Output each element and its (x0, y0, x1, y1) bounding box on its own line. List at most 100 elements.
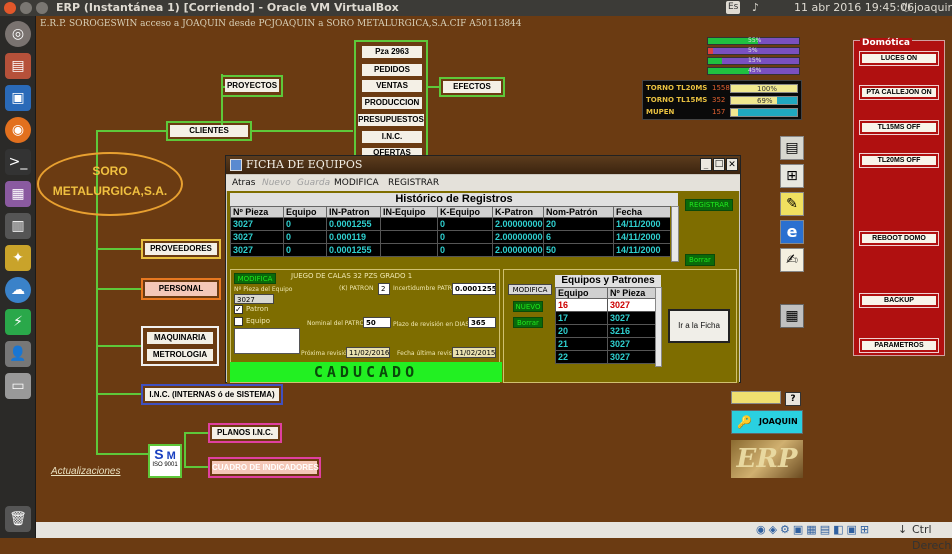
internet-explorer-icon[interactable]: e (780, 220, 804, 244)
dialog-minimize-button[interactable]: _ (700, 158, 712, 171)
historico-scrollbar[interactable] (671, 206, 679, 262)
menu-registrar[interactable]: REGISTRAR (388, 175, 439, 191)
nuevo-button[interactable]: NUEVO (513, 301, 543, 312)
maquinaria-node[interactable]: MAQUINARIA (147, 332, 213, 344)
ventas-node[interactable]: VENTAS (362, 80, 422, 92)
fecha-input[interactable]: 11/02/2015 (452, 347, 496, 358)
equipos-scrollbar[interactable] (655, 287, 662, 367)
edit-document-icon[interactable]: ✍ (780, 248, 804, 272)
patron-checkbox[interactable]: ✓ (234, 305, 243, 314)
close-icon[interactable] (4, 2, 16, 14)
produccion-node[interactable]: PRODUCCION (362, 97, 422, 109)
software-icon[interactable]: ✦ (5, 245, 31, 271)
equipos-row[interactable]: 16 3027 (555, 298, 655, 312)
cuadro-indicadores-node[interactable]: CUADRO DE INDICADORES (208, 457, 321, 478)
domotica-button[interactable]: PTA CALLEJON ON (859, 85, 939, 100)
equipos-column-header[interactable]: Equipo (555, 287, 608, 299)
presupuestos-node[interactable]: PRESUPUESTOS (358, 114, 424, 126)
printer-icon[interactable]: ▤ (780, 136, 804, 160)
domotica-button[interactable]: REBOOT DOMO (859, 231, 939, 246)
equipo-checkbox[interactable] (234, 317, 243, 326)
dialog-close-button[interactable]: ✕ (726, 158, 738, 171)
menu-nuevo[interactable]: Nuevo (262, 175, 291, 191)
users-icon[interactable]: 👤 (5, 341, 31, 367)
modifica-side-button[interactable]: MODIFICA (508, 284, 552, 295)
domotica-button[interactable]: TL15MS OFF (859, 120, 939, 135)
network-icon[interactable]: ☁ (5, 277, 31, 303)
ir-ficha-button[interactable]: Ir a la Ficha (668, 309, 730, 343)
datetime[interactable]: 11 abr 2016 19:45:06 (794, 0, 914, 16)
user-button[interactable]: 🔑 JOAQUIN (731, 410, 803, 434)
historico-column-header[interactable]: K-Equipo (437, 206, 493, 218)
clientes-node[interactable]: CLIENTES (166, 121, 252, 141)
pedidos-node[interactable]: PEDIDOS (362, 64, 422, 76)
power-tool-icon[interactable]: ⚡ (5, 309, 31, 335)
power-icon[interactable]: ⏻ (902, 0, 911, 16)
user-field[interactable] (731, 391, 781, 404)
help-button[interactable]: ? (785, 392, 801, 406)
equipos-row[interactable]: 21 3027 (555, 337, 655, 351)
domotica-button[interactable]: TL20MS OFF (859, 153, 939, 168)
historico-column-header[interactable]: IN-Patron (326, 206, 381, 218)
actualizaciones-link[interactable]: Actualizaciones (51, 466, 120, 477)
historico-column-header[interactable]: K-Patron (492, 206, 544, 218)
notes-textarea[interactable] (234, 328, 300, 354)
historico-column-header[interactable]: Nº Pieza (230, 206, 284, 218)
virtualbox-icon[interactable]: ▣ (5, 85, 31, 111)
dialog-maximize-button[interactable]: □ (713, 158, 725, 171)
pza-node[interactable]: Pza 2963 (362, 46, 422, 58)
personal-node[interactable]: PERSONAL (141, 278, 221, 300)
historico-row[interactable]: 3027 0 0.000119 0 2.000000000 6 14/11/2000 (230, 230, 670, 244)
borrar-historico-button[interactable]: Borrar (685, 254, 715, 266)
plazo-input[interactable]: 365 (468, 317, 496, 328)
iso-logo[interactable]: SM ISO 9001 (148, 444, 182, 478)
modifica-form-button[interactable]: MODIFICA (234, 273, 276, 284)
inc-internas-node[interactable]: I.N.C. (INTERNAS ó de SISTEMA) (141, 384, 283, 405)
menu-modifica[interactable]: MODIFICA (334, 175, 379, 191)
calculator-app-icon[interactable]: ▦ (780, 304, 804, 328)
firefox-icon[interactable]: ◉ (5, 117, 31, 143)
planos-inc-node[interactable]: PLANOS I.N.C. (208, 423, 282, 443)
historico-column-header[interactable]: IN-Equipo (380, 206, 438, 218)
notes-icon[interactable]: ✎ (780, 192, 804, 216)
proxima-input[interactable]: 11/02/2016 (346, 347, 390, 358)
drive-icon[interactable]: ▭ (5, 373, 31, 399)
domotica-button[interactable]: BACKUP (859, 293, 939, 308)
nominal-input[interactable]: 50 (363, 317, 391, 328)
system-settings-icon[interactable]: ▦ (5, 181, 31, 207)
kpatron-input[interactable]: 2 (378, 283, 390, 295)
volume-icon[interactable]: ♪ (752, 0, 759, 16)
domotica-button[interactable]: LUCES ON (859, 51, 939, 66)
menu-guarda[interactable]: Guarda (297, 175, 330, 191)
proyectos-node[interactable]: PROYECTOS (221, 75, 283, 97)
historico-row[interactable]: 3027 0 0.0001255 0 2.000000000 20 14/11/2000 (230, 217, 670, 231)
username[interactable]: joaquin (914, 0, 952, 16)
equipos-row[interactable]: 20 3216 (555, 324, 655, 338)
minimize-icon[interactable] (20, 2, 32, 14)
registrar-button[interactable]: REGISTRAR (685, 199, 733, 211)
equipos-row[interactable]: 17 3027 (555, 311, 655, 325)
maximize-icon[interactable] (36, 2, 48, 14)
proveedores-node[interactable]: PROVEEDORES (141, 239, 221, 259)
equipos-column-header[interactable]: Nº Pieza (607, 287, 655, 299)
files-icon[interactable]: ▤ (5, 53, 31, 79)
keyboard-language[interactable]: Es (726, 1, 741, 14)
terminal-icon[interactable]: >_ (5, 149, 31, 175)
equipos-row[interactable]: 22 3027 (555, 350, 655, 364)
incertidumbre-input[interactable]: 0.0001255 (452, 283, 496, 295)
network-share-icon[interactable]: ⊞ (780, 164, 804, 188)
historico-column-header[interactable]: Fecha (613, 206, 670, 218)
inc-node[interactable]: I.N.C. (362, 131, 422, 143)
historico-column-header[interactable]: Nom-Patrón (543, 206, 614, 218)
efectos-node[interactable]: EFECTOS (439, 77, 505, 97)
trash-icon[interactable]: 🗑 (5, 506, 31, 532)
calculator-icon[interactable]: ▥ (5, 213, 31, 239)
pieza-input[interactable]: 3027 (234, 294, 274, 304)
historico-column-header[interactable]: Equipo (283, 206, 327, 218)
dialog-titlebar[interactable]: FICHA DE EQUIPOS _ □ ✕ (226, 156, 740, 174)
domotica-button[interactable]: PARAMETROS (859, 338, 939, 353)
menu-atras[interactable]: Atras (232, 175, 255, 191)
borrar-side-button[interactable]: Borrar (513, 317, 543, 328)
ubuntu-icon[interactable]: ◎ (5, 21, 31, 47)
metrologia-node[interactable]: METROLOGIA (147, 349, 213, 361)
